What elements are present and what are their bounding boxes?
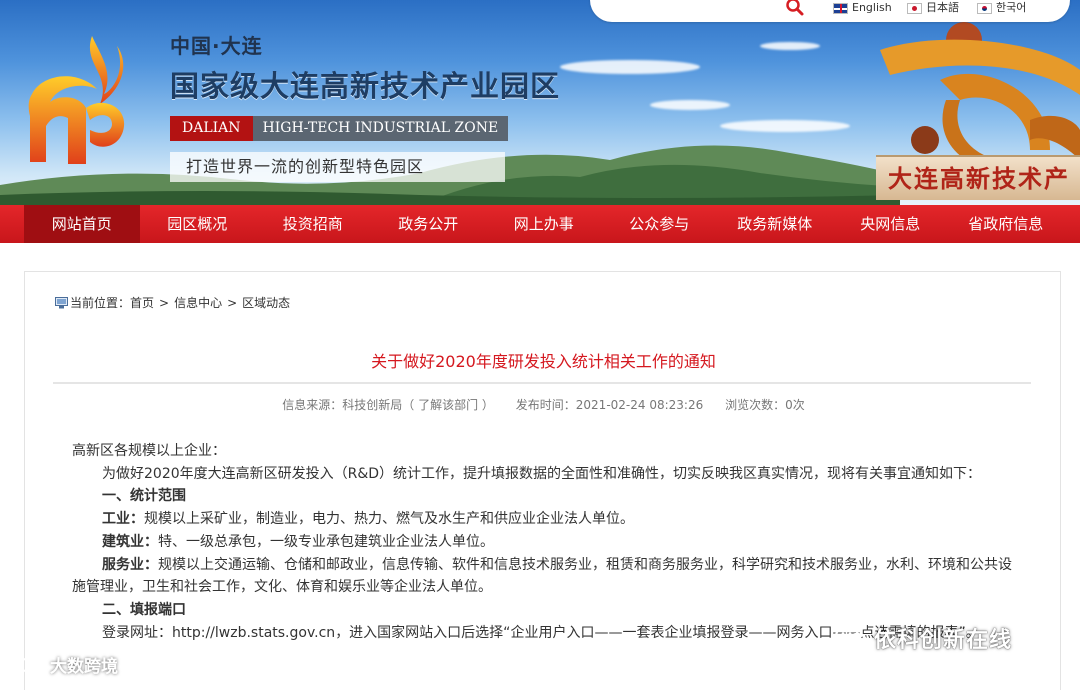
service-text: 规模以上交通运输、仓储和邮政业，信息传输、软件和信息技术服务业，租赁和商务服务业… (72, 556, 1012, 596)
salutation: 高新区各规模以上企业： (72, 443, 226, 459)
login-url-link[interactable]: http://lwzb.stats.gov.cn (172, 625, 335, 641)
language-label: 日本語 (926, 1, 959, 14)
korea-flag-icon (977, 2, 992, 14)
meta-views: 浏览次数：0次 (725, 398, 805, 412)
views-label: 浏览次数： (725, 398, 786, 412)
monitor-icon (55, 296, 68, 308)
zone-sign: 大连高新技术产 (876, 155, 1080, 200)
breadcrumb: 当前位置： 首页 > 信息中心 > 区域动态 (55, 294, 290, 311)
construction-label: 建筑业： (102, 533, 158, 550)
header-banner: 中国·大连 国家级大连高新技术产业园区 DALIAN HIGH-TECH IND… (0, 0, 1080, 205)
scope-construction: 建筑业：特、一级总承包，一级专业承包建筑业企业法人单位。 (72, 531, 1014, 554)
search-icon[interactable] (785, 0, 805, 18)
language-label: 한국어 (996, 1, 1027, 14)
scope-service: 服务业：规模以上交通运输、仓储和邮政业，信息传输、软件和信息技术服务业，租赁和商… (72, 554, 1014, 599)
meta-source: 信息来源：科技创新局（ 了解该部门 ） (282, 398, 494, 412)
nav-item-home[interactable]: 网站首页 (24, 205, 140, 243)
article-title: 关于做好2020年度研发投入统计相关工作的通知 (371, 352, 716, 371)
breadcrumb-separator: > (227, 295, 238, 310)
japan-flag-icon (907, 2, 922, 14)
zone-sign-text: 大连高新技术产 (888, 164, 1070, 193)
slogan: 打造世界一流的创新型特色园区 (170, 152, 505, 182)
source-label: 信息来源： (282, 398, 343, 412)
dept-link[interactable]: （ 了解该部门 ） (402, 398, 494, 412)
bottom-watermark-text: 大数跨境 (50, 657, 118, 677)
time-label: 发布时间： (515, 398, 576, 412)
wechat-watermark: 依科创新在线 (834, 622, 1012, 654)
language-korean[interactable]: 한국어 (977, 0, 1026, 16)
language-japanese[interactable]: 日本語 (907, 0, 959, 16)
english-name-zone: HIGH-TECH INDUSTRIAL ZONE (252, 116, 509, 141)
city-label: 中国·大连 (170, 34, 263, 58)
nav-item-investment[interactable]: 投资招商 (255, 205, 371, 243)
construction-text: 特、一级总承包，一级专业承包建筑业企业法人单位。 (158, 533, 494, 550)
wechat-icon (834, 625, 868, 650)
nav-item-public-participation[interactable]: 公众参与 (602, 205, 718, 243)
cloud-decoration (560, 60, 700, 74)
bottom-watermark: 大数跨境 (6, 652, 118, 677)
article-body: 高新区各规模以上企业： 为做好2020年度大连高新区研发投入（R&D）统计工作，… (72, 440, 1014, 644)
nav-item-central-info[interactable]: 央网信息 (833, 205, 949, 243)
watermark-logo-icon (7, 655, 46, 672)
breadcrumb-info-center[interactable]: 信息中心 (174, 294, 222, 311)
language-english[interactable]: English (833, 0, 892, 16)
wechat-watermark-text: 依科创新在线 (874, 628, 1013, 653)
breadcrumb-prefix: 当前位置： (70, 296, 131, 310)
site-title: 国家级大连高新技术产业园区 (170, 69, 561, 103)
nav-item-new-media[interactable]: 政务新媒体 (717, 205, 833, 243)
nav-item-provincial-info[interactable]: 省政府信息 (948, 205, 1064, 243)
service-label: 服务业： (102, 556, 158, 573)
intro-paragraph: 为做好2020年度大连高新区研发投入（R&D）统计工作，提升填报数据的全面性和准… (102, 465, 982, 482)
title-divider (53, 382, 1031, 384)
breadcrumb-regional-news[interactable]: 区域动态 (242, 294, 290, 311)
source-value: 科技创新局 (342, 398, 403, 412)
scope-industry: 工业：规模以上采矿业，制造业，电力、热力、燃气及水生产和供应业企业法人单位。 (72, 508, 1014, 531)
breadcrumb-separator: > (159, 295, 170, 310)
english-name-dalian: DALIAN (170, 116, 253, 141)
views-value: 0次 (785, 398, 805, 412)
nav-item-online-services[interactable]: 网上办事 (486, 205, 602, 243)
main-nav: 网站首页 园区概况 投资招商 政务公开 网上办事 公众参与 政务新媒体 央网信息… (0, 205, 1080, 243)
industry-text: 规模以上采矿业，制造业，电力、热力、燃气及水生产和供应业企业法人单位。 (144, 511, 634, 528)
cloud-decoration (650, 100, 730, 110)
uk-flag-icon (833, 2, 848, 14)
meta-time: 发布时间：2021-02-24 08:23:26 (516, 398, 703, 412)
cloud-decoration (760, 42, 820, 50)
login-label: 登录网址： (102, 624, 172, 641)
time-value: 2021-02-24 08:23:26 (575, 398, 704, 412)
nav-item-government-affairs[interactable]: 政务公开 (371, 205, 487, 243)
language-label: English (852, 1, 892, 14)
nav-item-overview[interactable]: 园区概况 (140, 205, 256, 243)
section-heading-portal: 二、填报端口 (102, 601, 186, 618)
industry-label: 工业： (102, 511, 144, 528)
zone-logo-icon (28, 36, 125, 164)
article-meta: 信息来源：科技创新局（ 了解该部门 ） 发布时间：2021-02-24 08:2… (25, 396, 1062, 413)
breadcrumb-home[interactable]: 首页 (130, 294, 154, 311)
english-name: DALIAN HIGH-TECH INDUSTRIAL ZONE (170, 116, 509, 141)
section-heading-scope: 一、统计范围 (102, 488, 186, 505)
